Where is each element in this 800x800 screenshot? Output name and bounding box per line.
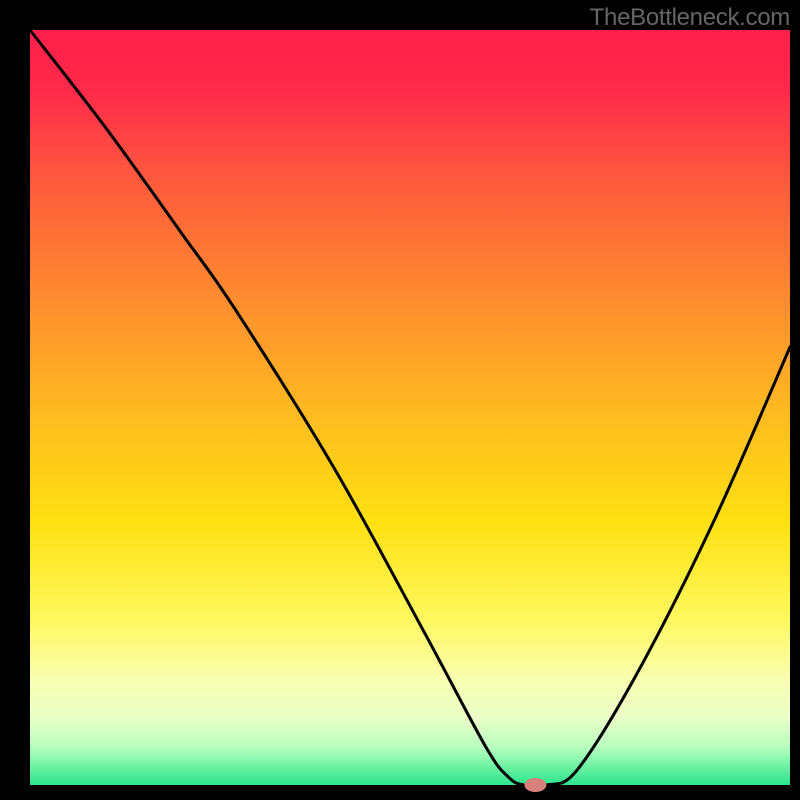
watermark-text: TheBottleneck.com — [590, 4, 790, 32]
plot-background — [30, 30, 790, 785]
chart-svg — [0, 0, 800, 800]
optimal-marker — [524, 778, 546, 792]
bottleneck-chart: TheBottleneck.com — [0, 0, 800, 800]
